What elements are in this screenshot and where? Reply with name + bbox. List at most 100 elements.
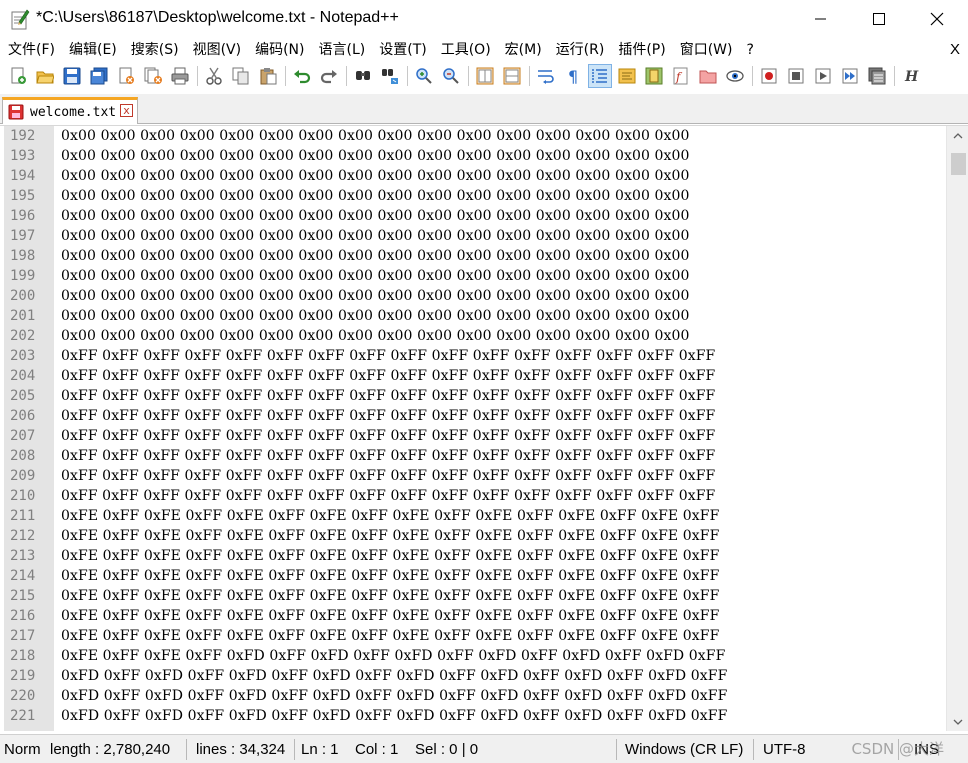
text-line[interactable]: 0x00 0x00 0x00 0x00 0x00 0x00 0x00 0x00 …: [61, 186, 941, 206]
menu-tools[interactable]: 工具(O): [433, 38, 491, 62]
vertical-scrollbar[interactable]: [946, 126, 968, 731]
redo-icon[interactable]: [317, 64, 341, 88]
text-line[interactable]: 0xFF 0xFF 0xFF 0xFF 0xFF 0xFF 0xFF 0xFF …: [61, 366, 941, 386]
text-line[interactable]: 0x00 0x00 0x00 0x00 0x00 0x00 0x00 0x00 …: [61, 246, 941, 266]
find-icon[interactable]: [351, 64, 375, 88]
paste-icon[interactable]: [256, 64, 280, 88]
document-map-icon[interactable]: [642, 64, 666, 88]
folder-as-workspace-icon[interactable]: [696, 64, 720, 88]
text-line[interactable]: 0x00 0x00 0x00 0x00 0x00 0x00 0x00 0x00 …: [61, 146, 941, 166]
text-line[interactable]: 0xFF 0xFF 0xFF 0xFF 0xFF 0xFF 0xFF 0xFF …: [61, 466, 941, 486]
show-all-chars-icon[interactable]: ¶: [561, 64, 585, 88]
hex-editor-icon[interactable]: H: [899, 64, 923, 88]
text-line[interactable]: 0xFE 0xFF 0xFE 0xFF 0xFE 0xFF 0xFE 0xFF …: [61, 586, 941, 606]
text-line[interactable]: 0xFE 0xFF 0xFE 0xFF 0xFE 0xFF 0xFE 0xFF …: [61, 546, 941, 566]
menu-help[interactable]: ?: [739, 38, 754, 62]
text-line[interactable]: 0x00 0x00 0x00 0x00 0x00 0x00 0x00 0x00 …: [61, 326, 941, 346]
text-line[interactable]: 0x00 0x00 0x00 0x00 0x00 0x00 0x00 0x00 …: [61, 206, 941, 226]
menu-edit[interactable]: 编辑(E): [61, 38, 117, 62]
menu-window[interactable]: 窗口(W): [672, 38, 733, 62]
text-line[interactable]: 0xFD 0xFF 0xFD 0xFF 0xFD 0xFF 0xFD 0xFF …: [61, 666, 941, 686]
text-line[interactable]: 0xFF 0xFF 0xFF 0xFF 0xFF 0xFF 0xFF 0xFF …: [61, 486, 941, 506]
text-line[interactable]: 0x00 0x00 0x00 0x00 0x00 0x00 0x00 0x00 …: [61, 226, 941, 246]
sync-vertical-icon[interactable]: [473, 64, 497, 88]
zoom-in-icon[interactable]: [412, 64, 436, 88]
menu-encoding[interactable]: 编码(N): [247, 38, 304, 62]
function-list-icon[interactable]: f: [669, 64, 693, 88]
menu-file[interactable]: 文件(F): [0, 38, 55, 62]
line-number: 203: [10, 348, 36, 364]
editor-area[interactable]: 192 193 194 195 196 197 198 199 200 201 202 203 204 2…: [0, 125, 968, 731]
close-file-icon[interactable]: [114, 64, 138, 88]
menu-plugins[interactable]: 插件(P): [610, 38, 665, 62]
tab-welcome-txt[interactable]: welcome.txt x: [2, 97, 138, 124]
text-line[interactable]: 0xFD 0xFF 0xFD 0xFF 0xFD 0xFF 0xFD 0xFF …: [61, 706, 941, 726]
scroll-up-button[interactable]: [947, 126, 968, 146]
text-line[interactable]: 0x00 0x00 0x00 0x00 0x00 0x00 0x00 0x00 …: [61, 286, 941, 306]
line-number: 201: [10, 308, 36, 324]
save-macro-icon[interactable]: [865, 64, 889, 88]
text-line[interactable]: 0xFF 0xFF 0xFF 0xFF 0xFF 0xFF 0xFF 0xFF …: [61, 346, 941, 366]
print-icon[interactable]: [168, 64, 192, 88]
word-wrap-icon[interactable]: [534, 64, 558, 88]
menu-run[interactable]: 运行(R): [548, 38, 605, 62]
run-macro-multiple-icon[interactable]: [838, 64, 862, 88]
text-line[interactable]: 0xFF 0xFF 0xFF 0xFF 0xFF 0xFF 0xFF 0xFF …: [61, 406, 941, 426]
record-macro-icon[interactable]: [757, 64, 781, 88]
text-line[interactable]: 0xFD 0xFF 0xFD 0xFF 0xFD 0xFF 0xFD 0xFF …: [61, 686, 941, 706]
undo-icon[interactable]: [290, 64, 314, 88]
text-line[interactable]: 0xFF 0xFF 0xFF 0xFF 0xFF 0xFF 0xFF 0xFF …: [61, 426, 941, 446]
sync-horizontal-icon[interactable]: [500, 64, 524, 88]
cut-icon[interactable]: [202, 64, 226, 88]
text-line[interactable]: 0xFF 0xFF 0xFF 0xFF 0xFF 0xFF 0xFF 0xFF …: [61, 386, 941, 406]
open-file-icon[interactable]: [33, 64, 57, 88]
text-line[interactable]: 0x00 0x00 0x00 0x00 0x00 0x00 0x00 0x00 …: [61, 126, 941, 146]
scrollbar-thumb[interactable]: [951, 152, 966, 175]
replace-icon[interactable]: [378, 64, 402, 88]
text-line[interactable]: 0xFF 0xFF 0xFF 0xFF 0xFF 0xFF 0xFF 0xFF …: [61, 446, 941, 466]
text-line[interactable]: 0x00 0x00 0x00 0x00 0x00 0x00 0x00 0x00 …: [61, 166, 941, 186]
line-number: 219: [10, 668, 36, 684]
line-number: 216: [10, 608, 36, 624]
close-all-icon[interactable]: [141, 64, 165, 88]
zoom-out-icon[interactable]: [439, 64, 463, 88]
unsaved-file-icon: [8, 104, 24, 120]
text-line[interactable]: 0x00 0x00 0x00 0x00 0x00 0x00 0x00 0x00 …: [61, 266, 941, 286]
tab-label: welcome.txt: [30, 104, 117, 120]
menu-search[interactable]: 搜索(S): [123, 38, 179, 62]
menu-macro[interactable]: 宏(M): [497, 38, 542, 62]
play-macro-icon[interactable]: [811, 64, 835, 88]
close-window-button[interactable]: [908, 0, 966, 38]
user-defined-language-icon[interactable]: [615, 64, 639, 88]
text-line[interactable]: 0xFE 0xFF 0xFE 0xFF 0xFD 0xFF 0xFD 0xFF …: [61, 646, 941, 666]
line-number: 192: [10, 128, 36, 144]
minimize-button[interactable]: [792, 0, 850, 38]
text-line[interactable]: 0xFE 0xFF 0xFE 0xFF 0xFE 0xFF 0xFE 0xFF …: [61, 566, 941, 586]
text-line[interactable]: 0xFE 0xFF 0xFE 0xFF 0xFE 0xFF 0xFE 0xFF …: [61, 526, 941, 546]
save-icon[interactable]: [60, 64, 84, 88]
chevron-up-icon: [953, 133, 963, 139]
indent-guide-icon[interactable]: [588, 64, 612, 88]
copy-icon[interactable]: [229, 64, 253, 88]
menu-settings[interactable]: 设置(T): [371, 38, 426, 62]
line-number: 213: [10, 548, 36, 564]
scroll-down-button[interactable]: [947, 712, 968, 731]
close-icon: [930, 12, 944, 26]
text-line[interactable]: 0x00 0x00 0x00 0x00 0x00 0x00 0x00 0x00 …: [61, 306, 941, 326]
new-file-icon[interactable]: [6, 64, 30, 88]
monitoring-icon[interactable]: [723, 64, 747, 88]
text-line[interactable]: 0xFE 0xFF 0xFE 0xFF 0xFE 0xFF 0xFE 0xFF …: [61, 606, 941, 626]
text-line[interactable]: 0xFE 0xFF 0xFE 0xFF 0xFE 0xFF 0xFE 0xFF …: [61, 626, 941, 646]
text-content[interactable]: 0x00 0x00 0x00 0x00 0x00 0x00 0x00 0x00 …: [61, 126, 941, 731]
save-all-icon[interactable]: [87, 64, 111, 88]
stop-macro-icon[interactable]: [784, 64, 808, 88]
maximize-button[interactable]: [850, 0, 908, 38]
menu-view[interactable]: 视图(V): [185, 38, 242, 62]
line-number: 217: [10, 628, 36, 644]
text-line[interactable]: 0xFE 0xFF 0xFE 0xFF 0xFE 0xFF 0xFE 0xFF …: [61, 506, 941, 526]
toolbar: ¶ f H: [0, 62, 968, 90]
tab-close-button[interactable]: x: [120, 104, 133, 117]
menu-language[interactable]: 语言(L): [311, 38, 366, 62]
line-number: 197: [10, 228, 36, 244]
close-document-menu-button[interactable]: X: [950, 38, 960, 62]
